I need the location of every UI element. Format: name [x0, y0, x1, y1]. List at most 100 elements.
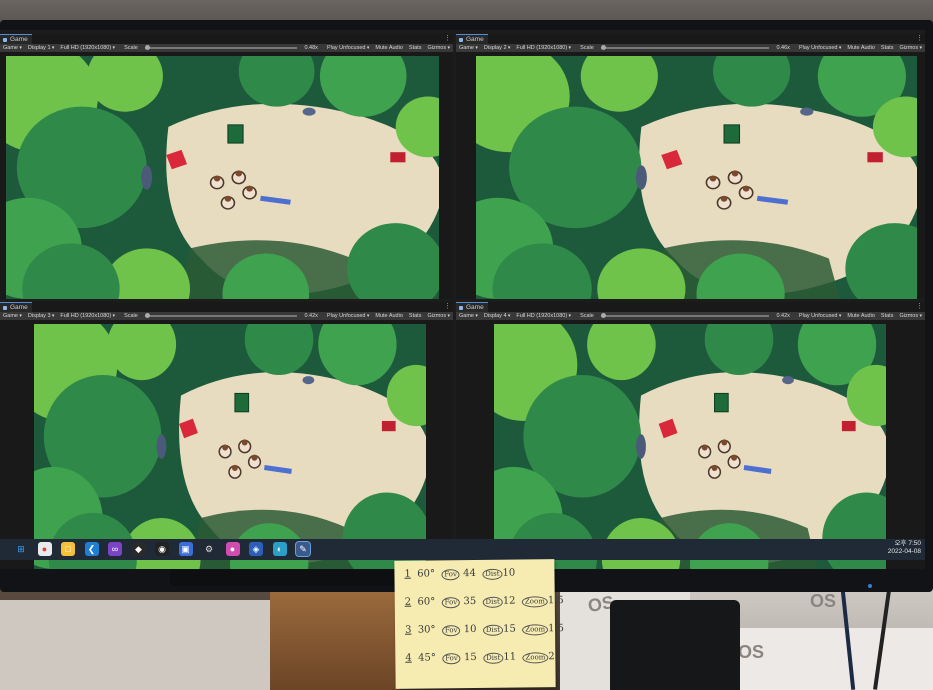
display-dropdown[interactable]: Display 3	[25, 313, 58, 319]
note-dist-value: 12	[502, 595, 516, 607]
note-row-number: 2	[404, 596, 412, 608]
game-dropdown[interactable]: Game	[456, 45, 481, 51]
desk-left	[0, 600, 270, 690]
note-angle: 60°	[417, 568, 435, 580]
game-view-pane: Game ⋮ Game Display 2 Full HD (1920x1080…	[456, 34, 925, 299]
unity-icon[interactable]: ◆	[131, 542, 146, 556]
slider-handle[interactable]	[144, 45, 150, 50]
more-menu-icon[interactable]: ⋮	[916, 302, 923, 312]
note-fov-value: 15	[463, 651, 477, 664]
play-mode-dropdown[interactable]: Play Unfocused	[796, 45, 844, 51]
cardboard-box-2: OS	[720, 628, 933, 690]
vscode-icon[interactable]: ❮	[84, 542, 99, 556]
clock-date: 2022-04-08	[887, 548, 921, 555]
chrome-icon[interactable]: ●	[37, 542, 52, 556]
scale-value: 0.46x	[776, 45, 790, 51]
slider-handle[interactable]	[600, 45, 606, 50]
stats-toggle[interactable]: Stats	[406, 45, 425, 51]
game-viewport[interactable]	[34, 324, 426, 569]
note-dist-label: Dist	[482, 596, 503, 608]
game-dropdown[interactable]: Game	[456, 313, 481, 319]
note-zoom-label: Zoom	[522, 652, 549, 664]
scale-label: Scale	[580, 45, 594, 51]
shield-icon[interactable]: ◈	[249, 542, 263, 556]
taskbar-clock[interactable]: 오후 7:50 2022-04-08	[888, 540, 921, 556]
display-dropdown[interactable]: Display 2	[481, 45, 514, 51]
resolution-dropdown[interactable]: Full HD (1920x1080)	[513, 313, 574, 319]
stats-toggle[interactable]: Stats	[878, 45, 897, 51]
scale-slider[interactable]	[144, 313, 298, 318]
visual-studio-icon[interactable]: ∞	[108, 542, 122, 556]
gizmos-dropdown[interactable]: Gizmos	[896, 313, 925, 319]
note-fov-label: Fov	[442, 653, 461, 665]
scale-label: Scale	[580, 313, 594, 319]
note-dist-value: 10	[502, 567, 516, 579]
more-menu-icon[interactable]: ⋮	[444, 302, 451, 312]
note-fov-label: Fov	[441, 625, 461, 637]
slider-handle[interactable]	[144, 313, 150, 318]
gizmos-dropdown[interactable]: Gizmos	[896, 45, 925, 51]
settings-icon[interactable]: ⚙	[202, 542, 216, 556]
file-explorer-icon[interactable]: □	[61, 542, 75, 556]
scale-slider[interactable]	[144, 45, 298, 50]
play-mode-dropdown[interactable]: Play Unfocused	[324, 45, 372, 51]
resolution-dropdown[interactable]: Full HD (1920x1080)	[57, 45, 118, 51]
note-row: 4 45° Fov 15 Dist 11 Zoom 2	[405, 651, 555, 665]
note-dist-value: 15	[503, 623, 516, 635]
scale-control: Scale 0.46x	[574, 45, 796, 51]
game-view-pane: Game ⋮ Game Display 4 Full HD (1920x1080…	[456, 302, 925, 569]
scale-control: Scale 0.42x	[118, 313, 324, 319]
note-dist-label: Dist	[483, 652, 504, 664]
mute-audio-toggle[interactable]: Mute Audio	[844, 45, 878, 51]
scale-label: Scale	[124, 313, 138, 319]
game-viewport[interactable]	[6, 56, 439, 299]
stats-toggle[interactable]: Stats	[406, 313, 425, 319]
game-viewport[interactable]	[476, 56, 917, 299]
note-zoom-label: Zoom	[521, 596, 548, 608]
mute-audio-toggle[interactable]: Mute Audio	[372, 45, 406, 51]
note-fov-value: 35	[463, 595, 477, 608]
game-dropdown[interactable]: Game	[0, 313, 25, 319]
browser-icon[interactable]: ◐	[272, 542, 287, 556]
note-row-number: 3	[405, 624, 412, 636]
cube-icon[interactable]: ▣	[178, 542, 193, 556]
game-viewport[interactable]	[494, 324, 886, 569]
note-dist-label: Dist	[482, 624, 504, 636]
game-dropdown[interactable]: Game	[0, 45, 25, 51]
clock-time: 오후 7:50	[894, 540, 921, 547]
game-toolbar: Game Display 3 Full HD (1920x1080) Scale…	[0, 312, 453, 320]
power-led	[868, 584, 872, 588]
resolution-dropdown[interactable]: Full HD (1920x1080)	[513, 45, 574, 51]
scale-value: 0.48x	[304, 45, 318, 51]
screen: Game ⋮ Game Display 1 Full HD (1920x1080…	[0, 30, 925, 569]
notepad-icon[interactable]: ✎	[295, 541, 311, 557]
mute-audio-toggle[interactable]: Mute Audio	[844, 313, 878, 319]
scale-label: Scale	[124, 45, 138, 51]
display-dropdown[interactable]: Display 4	[481, 313, 514, 319]
resolution-dropdown[interactable]: Full HD (1920x1080)	[57, 313, 118, 319]
note-fov-value: 10	[463, 623, 477, 636]
stats-toggle[interactable]: Stats	[878, 313, 897, 319]
scale-slider[interactable]	[600, 313, 770, 318]
play-mode-dropdown[interactable]: Play Unfocused	[796, 313, 844, 319]
play-mode-dropdown[interactable]: Play Unfocused	[324, 313, 372, 319]
app-icon[interactable]: ●	[225, 542, 240, 556]
scale-slider[interactable]	[600, 45, 770, 50]
sticky-note: 1 60° Fov 44 Dist 10 2 60° Fov 35 Dist 12 Z…	[394, 559, 564, 689]
windows-icon[interactable]: ⊞	[14, 542, 28, 556]
game-view-pane: Game ⋮ Game Display 1 Full HD (1920x1080…	[0, 34, 453, 299]
github-icon[interactable]: ◉	[155, 542, 169, 556]
gizmos-dropdown[interactable]: Gizmos	[424, 313, 453, 319]
gizmos-dropdown[interactable]: Gizmos	[424, 45, 453, 51]
scale-control: Scale 0.42x	[574, 313, 796, 319]
note-fov-label: Fov	[441, 597, 461, 609]
display-dropdown[interactable]: Display 1	[25, 45, 58, 51]
game-toolbar: Game Display 2 Full HD (1920x1080) Scale…	[456, 44, 925, 52]
slider-handle[interactable]	[600, 313, 606, 318]
more-menu-icon[interactable]: ⋮	[916, 34, 923, 44]
note-zoom-value: 2	[548, 651, 555, 663]
note-fov-value: 44	[463, 567, 476, 580]
more-menu-icon[interactable]: ⋮	[444, 34, 451, 44]
mute-audio-toggle[interactable]: Mute Audio	[372, 313, 406, 319]
note-zoom-value: 1.5	[547, 595, 564, 607]
